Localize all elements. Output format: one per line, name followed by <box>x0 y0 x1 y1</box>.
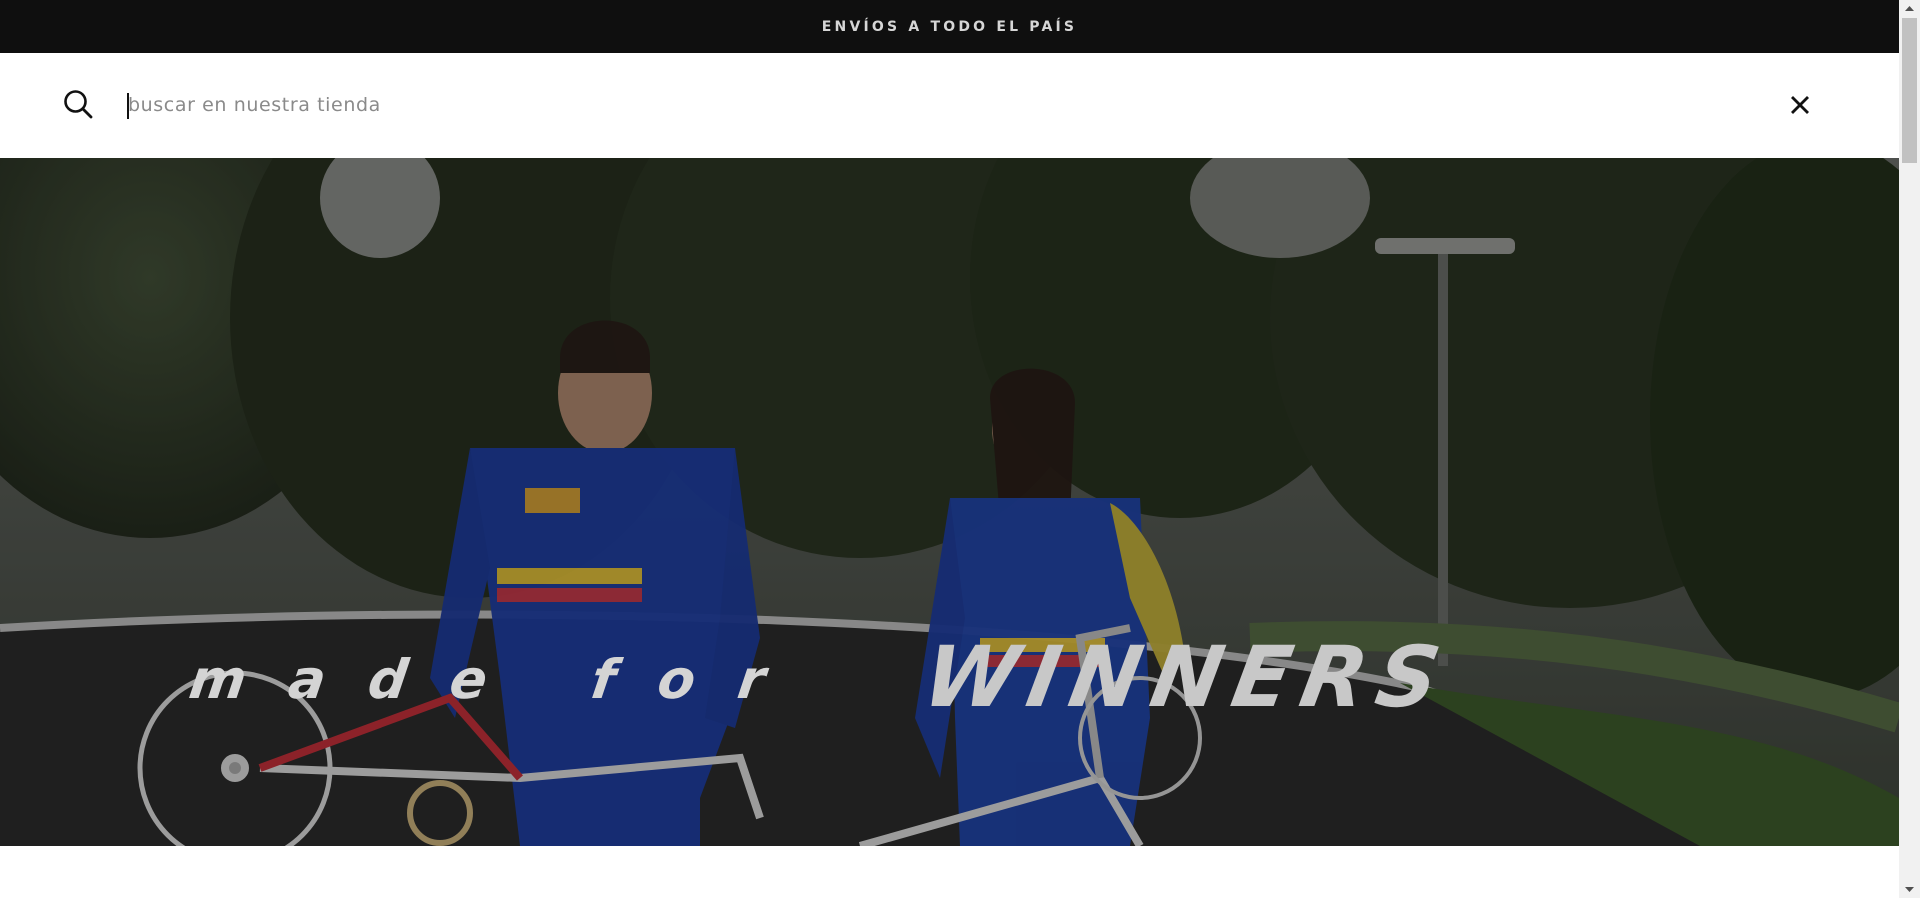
headline-winners: WINNERS <box>916 628 1458 726</box>
announcement-text: ENVÍOS A TODO EL PAÍS <box>821 18 1078 35</box>
close-icon[interactable] <box>1789 94 1811 116</box>
scroll-down-arrow-icon[interactable] <box>1899 881 1920 898</box>
search-bar <box>0 53 1899 158</box>
page-scrollbar[interactable] <box>1899 0 1920 898</box>
text-caret <box>127 93 129 119</box>
scroll-up-arrow-icon[interactable] <box>1899 0 1920 17</box>
scrollbar-thumb[interactable] <box>1902 18 1917 163</box>
search-icon[interactable] <box>63 89 93 119</box>
hero-headline: made for WINNERS <box>0 458 1899 726</box>
hero-banner[interactable]: made for WINNERS <box>0 158 1899 846</box>
announcement-bar: ENVÍOS A TODO EL PAÍS <box>0 0 1899 53</box>
headline-made-for: made for <box>185 648 813 711</box>
search-input[interactable] <box>126 87 1728 123</box>
